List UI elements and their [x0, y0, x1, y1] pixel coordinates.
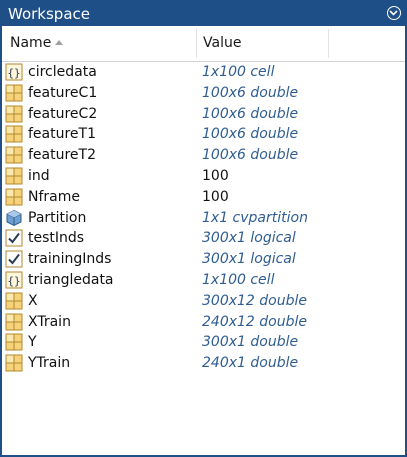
- variable-name: ind: [28, 167, 50, 184]
- matrix-icon: [5, 125, 23, 143]
- variable-value: 1x1 cvpartition: [202, 209, 308, 226]
- variable-row[interactable]: trainingInds 300x1 logical: [2, 249, 405, 270]
- column-header-value[interactable]: Value: [203, 26, 241, 61]
- logical-icon: [5, 250, 23, 268]
- variable-value: 100x6 double: [202, 126, 299, 143]
- variable-name: featureT1: [28, 126, 97, 143]
- variable-list: {} circledata 1x100 cell featureC1 100x6 dou…: [2, 62, 405, 374]
- variable-value: 100: [202, 167, 229, 184]
- variable-value: 240x1 double: [202, 355, 299, 372]
- variable-row[interactable]: testInds 300x1 logical: [2, 228, 405, 249]
- column-divider[interactable]: [328, 29, 329, 58]
- variable-name: trainingInds: [28, 251, 112, 268]
- matrix-icon: [5, 146, 23, 164]
- matrix-icon: [5, 333, 23, 351]
- matrix-icon: [5, 292, 23, 310]
- variable-row[interactable]: Y 300x1 double: [2, 332, 405, 353]
- column-header-name-label: Name: [10, 35, 52, 51]
- variable-row[interactable]: featureT2 100x6 double: [2, 145, 405, 166]
- variable-value: 100x6 double: [202, 147, 299, 164]
- variable-row[interactable]: Nframe 100: [2, 187, 405, 208]
- variable-name: Nframe: [28, 188, 80, 205]
- variable-row[interactable]: Partition 1x1 cvpartition: [2, 208, 405, 229]
- matrix-icon: [5, 354, 23, 372]
- cell-icon: {}: [5, 271, 23, 289]
- variable-value: 100x6 double: [202, 84, 299, 101]
- variable-name: featureC2: [28, 105, 98, 122]
- column-header: Name Value: [2, 26, 405, 62]
- matrix-icon: [5, 188, 23, 206]
- chevron-down-circle-icon[interactable]: [387, 6, 401, 20]
- workspace-titlebar: Workspace: [2, 2, 405, 26]
- variable-row[interactable]: ind 100: [2, 166, 405, 187]
- matrix-icon: [5, 84, 23, 102]
- variable-row[interactable]: {} circledata 1x100 cell: [2, 62, 405, 83]
- column-header-value-label: Value: [203, 35, 242, 51]
- variable-row[interactable]: X 300x12 double: [2, 291, 405, 312]
- column-divider[interactable]: [196, 29, 197, 58]
- variable-row[interactable]: featureC1 100x6 double: [2, 83, 405, 104]
- variable-value: 1x100 cell: [202, 64, 275, 80]
- variable-name: featureC1: [28, 84, 98, 101]
- cell-icon: {}: [5, 63, 23, 81]
- variable-row[interactable]: XTrain 240x12 double: [2, 312, 405, 333]
- logical-icon: [5, 229, 23, 247]
- variable-row[interactable]: featureT1 100x6 double: [2, 124, 405, 145]
- matrix-icon: [5, 167, 23, 185]
- sort-ascending-icon: [55, 40, 64, 45]
- variable-value: 100x6 double: [202, 105, 299, 122]
- variable-name: testInds: [28, 230, 85, 247]
- variable-row[interactable]: {} triangledata 1x100 cell: [2, 270, 405, 291]
- variable-name: Partition: [28, 209, 87, 226]
- panel-title: Workspace: [8, 5, 90, 23]
- variable-value: 100: [202, 188, 229, 205]
- svg-text:{}: {}: [7, 274, 20, 287]
- variable-value: 300x1 double: [202, 334, 299, 351]
- variable-value: 300x1 logical: [202, 251, 296, 268]
- variable-name: XTrain: [28, 313, 71, 330]
- variable-row[interactable]: YTrain 240x1 double: [2, 353, 405, 374]
- column-header-name[interactable]: Name: [10, 26, 64, 61]
- matrix-icon: [5, 105, 23, 123]
- variable-name: Y: [28, 334, 37, 351]
- matrix-icon: [5, 313, 23, 331]
- variable-name: featureT2: [28, 147, 97, 164]
- variable-value: 300x1 logical: [202, 230, 296, 247]
- workspace-panel: Workspace Name Value {} circledata 1x100 c…: [0, 0, 407, 457]
- variable-name: X: [28, 292, 38, 309]
- variable-value: 240x12 double: [202, 313, 307, 330]
- variable-name: circledata: [28, 64, 97, 80]
- variable-value: 300x12 double: [202, 292, 307, 309]
- svg-text:{}: {}: [7, 67, 20, 80]
- variable-value: 1x100 cell: [202, 271, 275, 288]
- variable-name: triangledata: [28, 271, 114, 288]
- variable-row[interactable]: featureC2 100x6 double: [2, 104, 405, 125]
- variable-name: YTrain: [28, 355, 71, 372]
- object-icon: [5, 209, 23, 227]
